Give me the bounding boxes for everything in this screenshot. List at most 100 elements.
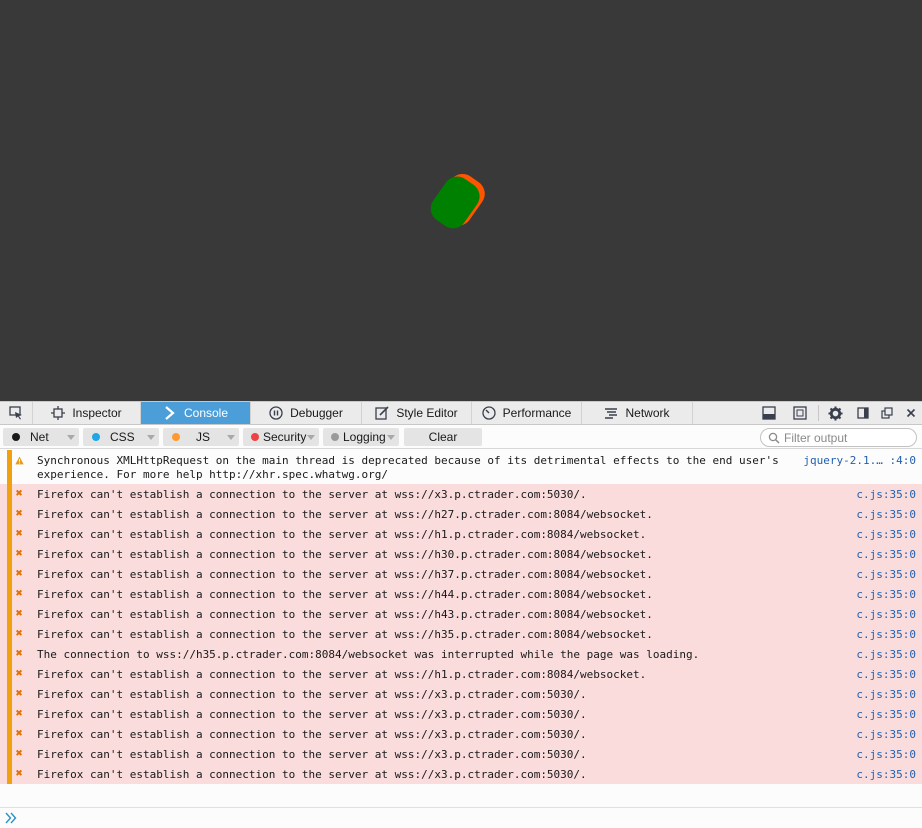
filter-output-box[interactable] [760,428,917,447]
tab-console[interactable]: Console [141,402,251,424]
chevron-down-icon[interactable] [307,435,315,440]
tab-debugger[interactable]: Debugger [251,402,362,424]
error-icon: ✖ [15,529,23,539]
severity-bar [7,644,12,664]
error-icon: ✖ [15,649,23,659]
css-dot-icon [92,433,100,441]
security-dot-icon [251,433,259,441]
message-location-link[interactable]: c.js:35:0 [856,568,916,582]
message-location-link[interactable]: c.js:35:0 [856,668,916,682]
tab-network[interactable]: Network [582,402,693,424]
console-filter-bar: Net CSS JS Security Logging Clear [0,425,922,449]
clear-label: Clear [428,430,458,444]
split-console-icon [762,406,776,420]
filter-net-button[interactable]: Net [3,428,79,446]
devtools-panel: Inspector Console Debugger Style Editor … [0,401,922,828]
message-text: Firefox can't establish a connection to … [37,728,587,741]
close-devtools-button[interactable] [903,405,919,421]
tab-inspector[interactable]: Inspector [33,402,141,424]
severity-bar [7,724,12,744]
network-icon [604,406,618,420]
message-text: Firefox can't establish a connection to … [37,768,587,781]
dock-side-button[interactable] [855,405,871,421]
severity-bar [7,450,12,484]
close-icon [906,408,916,418]
filter-output-input[interactable] [784,430,904,445]
message-text: Synchronous XMLHttpRequest on the main t… [37,454,779,481]
error-icon: ✖ [15,489,23,499]
message-location-link[interactable]: c.js:35:0 [856,608,916,622]
message-location-link[interactable]: c.js:35:0 [856,488,916,502]
responsive-mode-button[interactable] [792,405,808,421]
message-location-link[interactable]: c.js:35:0 [856,528,916,542]
performance-icon [481,406,496,420]
severity-bar [7,544,12,564]
error-message: ✖ Firefox can't establish a connection to… [0,664,922,684]
error-message: ✖ Firefox can't establish a connection to… [0,564,922,584]
severity-bar [7,664,12,684]
error-icon: ✖ [15,749,23,759]
error-message: ✖ Firefox can't establish a connection to… [0,764,922,784]
error-message: ✖ Firefox can't establish a connection to… [0,544,922,564]
error-icon: ✖ [15,549,23,559]
tab-label: Debugger [290,406,343,420]
error-icon: ✖ [15,689,23,699]
error-message: ✖ Firefox can't establish a connection to… [0,724,922,744]
net-dot-icon [12,433,20,441]
message-location-link[interactable]: c.js:35:0 [856,508,916,522]
settings-icon [827,405,843,421]
severity-bar [7,744,12,764]
settings-button[interactable] [827,405,843,421]
filter-css-button[interactable]: CSS [83,428,159,446]
message-location-link[interactable]: c.js:35:0 [856,628,916,642]
message-text: Firefox can't establish a connection to … [37,668,647,681]
console-input-line[interactable] [0,807,922,828]
error-message: ✖ Firefox can't establish a connection to… [0,524,922,544]
message-location-link[interactable]: c.js:35:0 [856,688,916,702]
split-console-button[interactable] [761,405,777,421]
chevron-down-icon[interactable] [227,435,235,440]
severity-bar [7,704,12,724]
element-picker-button[interactable] [0,402,33,424]
filter-label: Security [263,430,307,444]
tab-style-editor[interactable]: Style Editor [362,402,472,424]
message-location-link[interactable]: c.js:35:0 [856,768,916,782]
message-location-link[interactable]: c.js:35:0 [856,748,916,762]
error-message: ✖ Firefox can't establish a connection to… [0,584,922,604]
message-text: Firefox can't establish a connection to … [37,608,653,621]
console-output: Synchronous XMLHttpRequest on the main t… [0,450,922,784]
error-message: ✖ Firefox can't establish a connection to… [0,624,922,644]
chevron-down-icon[interactable] [387,435,395,440]
severity-bar [7,604,12,624]
chevron-down-icon[interactable] [67,435,75,440]
error-message: ✖ Firefox can't establish a connection to… [0,504,922,524]
tab-performance[interactable]: Performance [472,402,582,424]
filter-js-button[interactable]: JS [163,428,239,446]
chevron-down-icon[interactable] [147,435,155,440]
message-location-link[interactable]: jquery-2.1.… :4:0 [803,454,916,468]
message-location-link[interactable]: c.js:35:0 [856,548,916,562]
message-text: Firefox can't establish a connection to … [37,688,587,701]
message-location-link[interactable]: c.js:35:0 [856,648,916,662]
error-message: ✖ Firefox can't establish a connection to… [0,684,922,704]
message-location-link[interactable]: c.js:35:0 [856,588,916,602]
filter-label: JS [196,430,211,444]
message-location-link[interactable]: c.js:35:0 [856,708,916,722]
filter-logging-button[interactable]: Logging [323,428,399,446]
error-icon: ✖ [15,569,23,579]
clear-button[interactable]: Clear [404,428,482,446]
message-location-link[interactable]: c.js:35:0 [856,728,916,742]
filter-security-button[interactable]: Security [243,428,319,446]
severity-bar [7,764,12,784]
error-icon: ✖ [15,509,23,519]
chevron-double-right-icon [5,812,17,824]
style-editor-icon [375,406,389,420]
separate-window-button[interactable] [879,405,895,421]
error-message: ✖ The connection to wss://h35.p.ctrader.c… [0,644,922,664]
error-icon: ✖ [15,669,23,679]
loading-spinner-icon [430,173,485,229]
message-text: Firefox can't establish a connection to … [37,708,587,721]
message-text: The connection to wss://h35.p.ctrader.co… [37,648,700,661]
tab-label: Inspector [72,406,122,420]
severity-bar [7,484,12,504]
